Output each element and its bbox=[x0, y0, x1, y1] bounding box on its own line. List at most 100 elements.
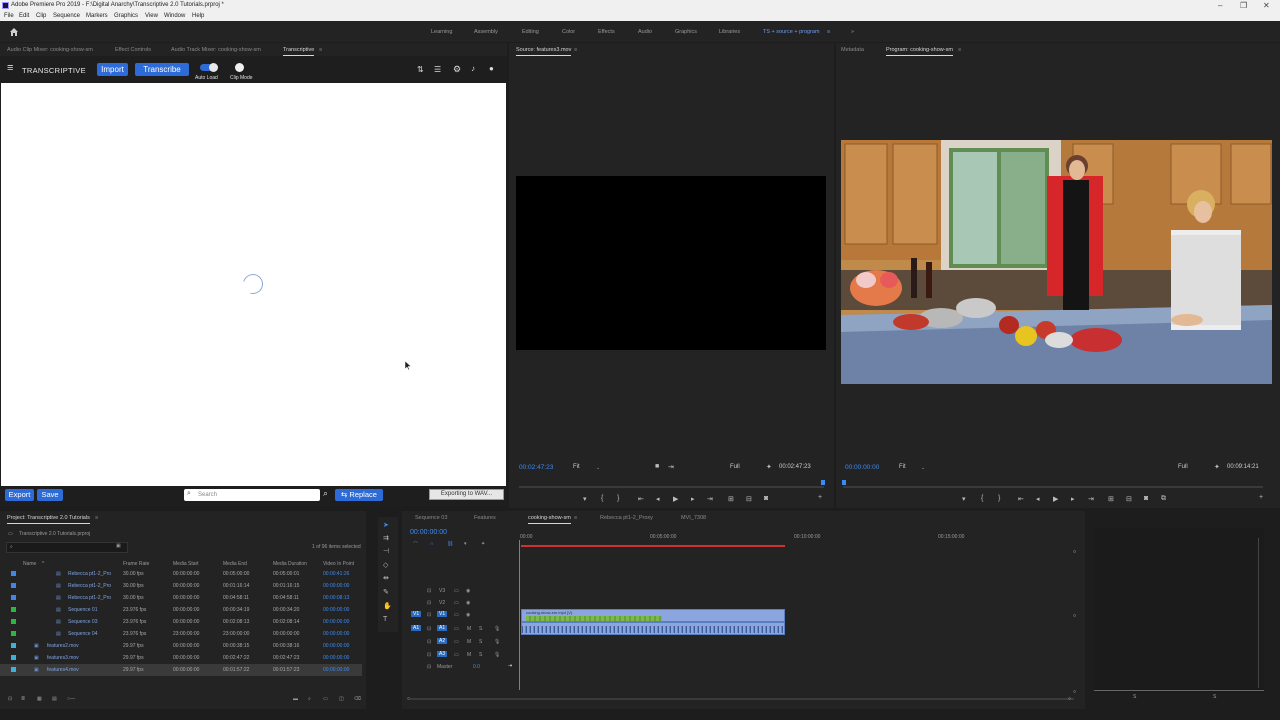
tab-program[interactable]: Program: cooking-show-sm bbox=[886, 47, 953, 56]
user-icon[interactable]: ● bbox=[489, 64, 494, 73]
mute-button[interactable]: M bbox=[467, 626, 471, 632]
source-mark-out-icon[interactable]: } bbox=[617, 495, 619, 502]
col-media-duration[interactable]: Media Duration bbox=[273, 561, 307, 567]
source-quality-select[interactable]: Full bbox=[730, 464, 740, 470]
pen-tool-icon[interactable]: ✎ bbox=[383, 588, 389, 596]
program-go-in-icon[interactable]: ⇤ bbox=[1018, 495, 1024, 503]
transcriptive-panel-menu-icon[interactable]: ≡ bbox=[319, 47, 322, 53]
sync-lock-icon[interactable]: ▭ bbox=[454, 588, 459, 594]
program-fit-chevron-icon[interactable]: ⌄ bbox=[921, 465, 925, 471]
sync-lock-icon[interactable]: ▭ bbox=[454, 652, 459, 658]
timeline-zoom-right-handle[interactable]: ○ bbox=[1068, 696, 1071, 702]
work-area-bar[interactable] bbox=[521, 545, 785, 547]
program-step-back-icon[interactable]: ◂ bbox=[1036, 495, 1040, 503]
label-color-swatch[interactable] bbox=[11, 631, 16, 636]
cell-vin[interactable]: 00:00:00:00 bbox=[323, 583, 349, 589]
cell-vin[interactable]: 00:00:00:00 bbox=[323, 631, 349, 637]
timeline-zoom-left-handle[interactable]: ○ bbox=[407, 696, 410, 702]
program-go-out-icon[interactable]: ⇥ bbox=[1088, 495, 1094, 503]
eye-icon[interactable]: ◉ bbox=[466, 588, 470, 594]
timeline-tab-cooking-show[interactable]: cooking-show-sm bbox=[528, 515, 571, 524]
solo-button[interactable]: S bbox=[479, 639, 482, 645]
col-frame-rate[interactable]: Frame Rate bbox=[123, 561, 149, 567]
gear-icon[interactable]: ⚙ bbox=[453, 64, 461, 75]
source-video-screen[interactable] bbox=[516, 176, 826, 350]
cell-vin[interactable]: 00:00:08:13 bbox=[323, 595, 349, 601]
save-button[interactable]: Save bbox=[37, 489, 63, 501]
timeline-scroll-bottom-icon[interactable]: ○ bbox=[1073, 689, 1076, 695]
razor-tool-icon[interactable]: ◇ bbox=[383, 561, 388, 569]
track-select-tool-icon[interactable]: ⇉ bbox=[383, 534, 389, 542]
workspace-assembly[interactable]: Assembly bbox=[474, 29, 498, 35]
auto-load-toggle[interactable] bbox=[200, 63, 218, 72]
search-field[interactable]: ⌕ Search bbox=[184, 489, 320, 501]
col-media-start[interactable]: Media Start bbox=[173, 561, 199, 567]
cell-vin[interactable]: 00:00:41:26 bbox=[323, 571, 349, 577]
source-go-in-icon[interactable]: ⇤ bbox=[638, 495, 644, 503]
timeline-tab-rebecca-proxy[interactable]: Rebecca pt1-2_Proxy bbox=[600, 515, 653, 521]
workspace-menu-icon[interactable]: ≡ bbox=[827, 29, 830, 35]
import-button[interactable]: Import bbox=[97, 63, 128, 76]
menu-window[interactable]: Window bbox=[164, 13, 185, 19]
source-patch-v1[interactable]: V1 bbox=[411, 611, 422, 617]
minimize-button[interactable]: – bbox=[1218, 1, 1222, 10]
menu-view[interactable]: View bbox=[145, 13, 158, 19]
source-overwrite-icon[interactable]: ⊟ bbox=[746, 495, 752, 503]
project-tab[interactable]: Project: Transcriptive 2.0 Tutorials bbox=[7, 515, 90, 524]
timeline-scroll-top-icon[interactable]: ○ bbox=[1073, 549, 1076, 555]
meter-solo-right[interactable]: S bbox=[1213, 694, 1216, 700]
source-tab[interactable]: Source: features3.mov bbox=[516, 47, 572, 56]
source-play-icon[interactable]: ▶ bbox=[673, 495, 678, 503]
close-window-button[interactable]: ✕ bbox=[1263, 1, 1270, 10]
workspace-learning[interactable]: Learning bbox=[431, 29, 452, 35]
menu-help[interactable]: Help bbox=[192, 13, 204, 19]
program-play-icon[interactable]: ▶ bbox=[1053, 495, 1058, 503]
source-fit-chevron-icon[interactable]: ⌄ bbox=[596, 465, 600, 471]
tab-audio-clip-mixer[interactable]: Audio Clip Mixer: cooking-show-sm bbox=[7, 47, 93, 53]
col-name[interactable]: Name bbox=[23, 561, 36, 567]
source-wrench-icon[interactable]: ✦ bbox=[766, 463, 772, 471]
program-playhead[interactable] bbox=[842, 480, 846, 485]
table-row[interactable]: ▤ Rebecca pt1-2_Pro 30.00 fps 00:00:00:00 00… bbox=[0, 568, 362, 580]
mic-icon[interactable]: 🎙 bbox=[494, 626, 500, 632]
nest-toggle-icon[interactable]: ⌒ bbox=[413, 541, 418, 548]
icon-view-icon[interactable]: ▦ bbox=[37, 696, 42, 702]
label-color-swatch[interactable] bbox=[11, 571, 16, 576]
workspace-overflow-icon[interactable]: » bbox=[851, 29, 854, 35]
home-icon[interactable] bbox=[9, 27, 19, 37]
label-color-swatch[interactable] bbox=[11, 595, 16, 600]
menu-file[interactable]: File bbox=[4, 13, 14, 19]
source-playhead[interactable] bbox=[821, 480, 825, 485]
workspace-libraries[interactable]: Libraries bbox=[719, 29, 740, 35]
menu-edit[interactable]: Edit bbox=[19, 13, 29, 19]
program-extract-icon[interactable]: ⊟ bbox=[1126, 495, 1132, 503]
label-color-swatch[interactable] bbox=[11, 619, 16, 624]
selection-tool-icon[interactable]: ➤ bbox=[383, 521, 389, 529]
label-color-swatch[interactable] bbox=[11, 607, 16, 612]
find-icon[interactable]: ⌕ bbox=[308, 696, 311, 702]
linked-selection-icon[interactable]: ⛓ bbox=[447, 541, 453, 547]
cell-vin[interactable]: 00:00:00:00 bbox=[323, 607, 349, 613]
list-icon[interactable]: ☰ bbox=[434, 65, 441, 74]
menu-clip[interactable]: Clip bbox=[36, 13, 46, 19]
program-marker-icon[interactable]: ▾ bbox=[962, 495, 966, 503]
snap-icon[interactable]: ∩ bbox=[430, 541, 434, 547]
table-row[interactable]: ▤ Sequence 01 23.976 fps 00:00:00:00 00:00:3… bbox=[0, 604, 362, 616]
project-menu-icon[interactable]: ≡ bbox=[95, 515, 98, 521]
meter-solo-left[interactable]: S bbox=[1133, 694, 1136, 700]
lock-track-icon[interactable]: ⊡ bbox=[427, 652, 431, 658]
menu-markers[interactable]: Markers bbox=[86, 13, 108, 19]
tab-audio-track-mixer[interactable]: Audio Track Mixer: cooking-show-sm bbox=[171, 47, 261, 53]
track-label[interactable]: A1 bbox=[437, 625, 448, 631]
audio-clip-a1[interactable] bbox=[521, 622, 785, 635]
program-lift-icon[interactable]: ⊞ bbox=[1108, 495, 1114, 503]
program-video-frame[interactable] bbox=[841, 140, 1272, 384]
mute-button[interactable]: M bbox=[467, 652, 471, 658]
col-media-end[interactable]: Media End bbox=[223, 561, 247, 567]
source-stop-icon[interactable]: ■ bbox=[655, 463, 659, 470]
timeline-tab-sequence-03[interactable]: Sequence 03 bbox=[415, 515, 447, 521]
new-item-icon[interactable]: ◫ bbox=[339, 696, 344, 702]
mute-button[interactable]: M bbox=[467, 639, 471, 645]
table-row[interactable]: ▤ Sequence 04 23.976 fps 23:00:00:00 23:00:0… bbox=[0, 628, 362, 640]
video-clip-v1[interactable]: cooking-show-sm.mp4 [V] bbox=[521, 609, 785, 622]
